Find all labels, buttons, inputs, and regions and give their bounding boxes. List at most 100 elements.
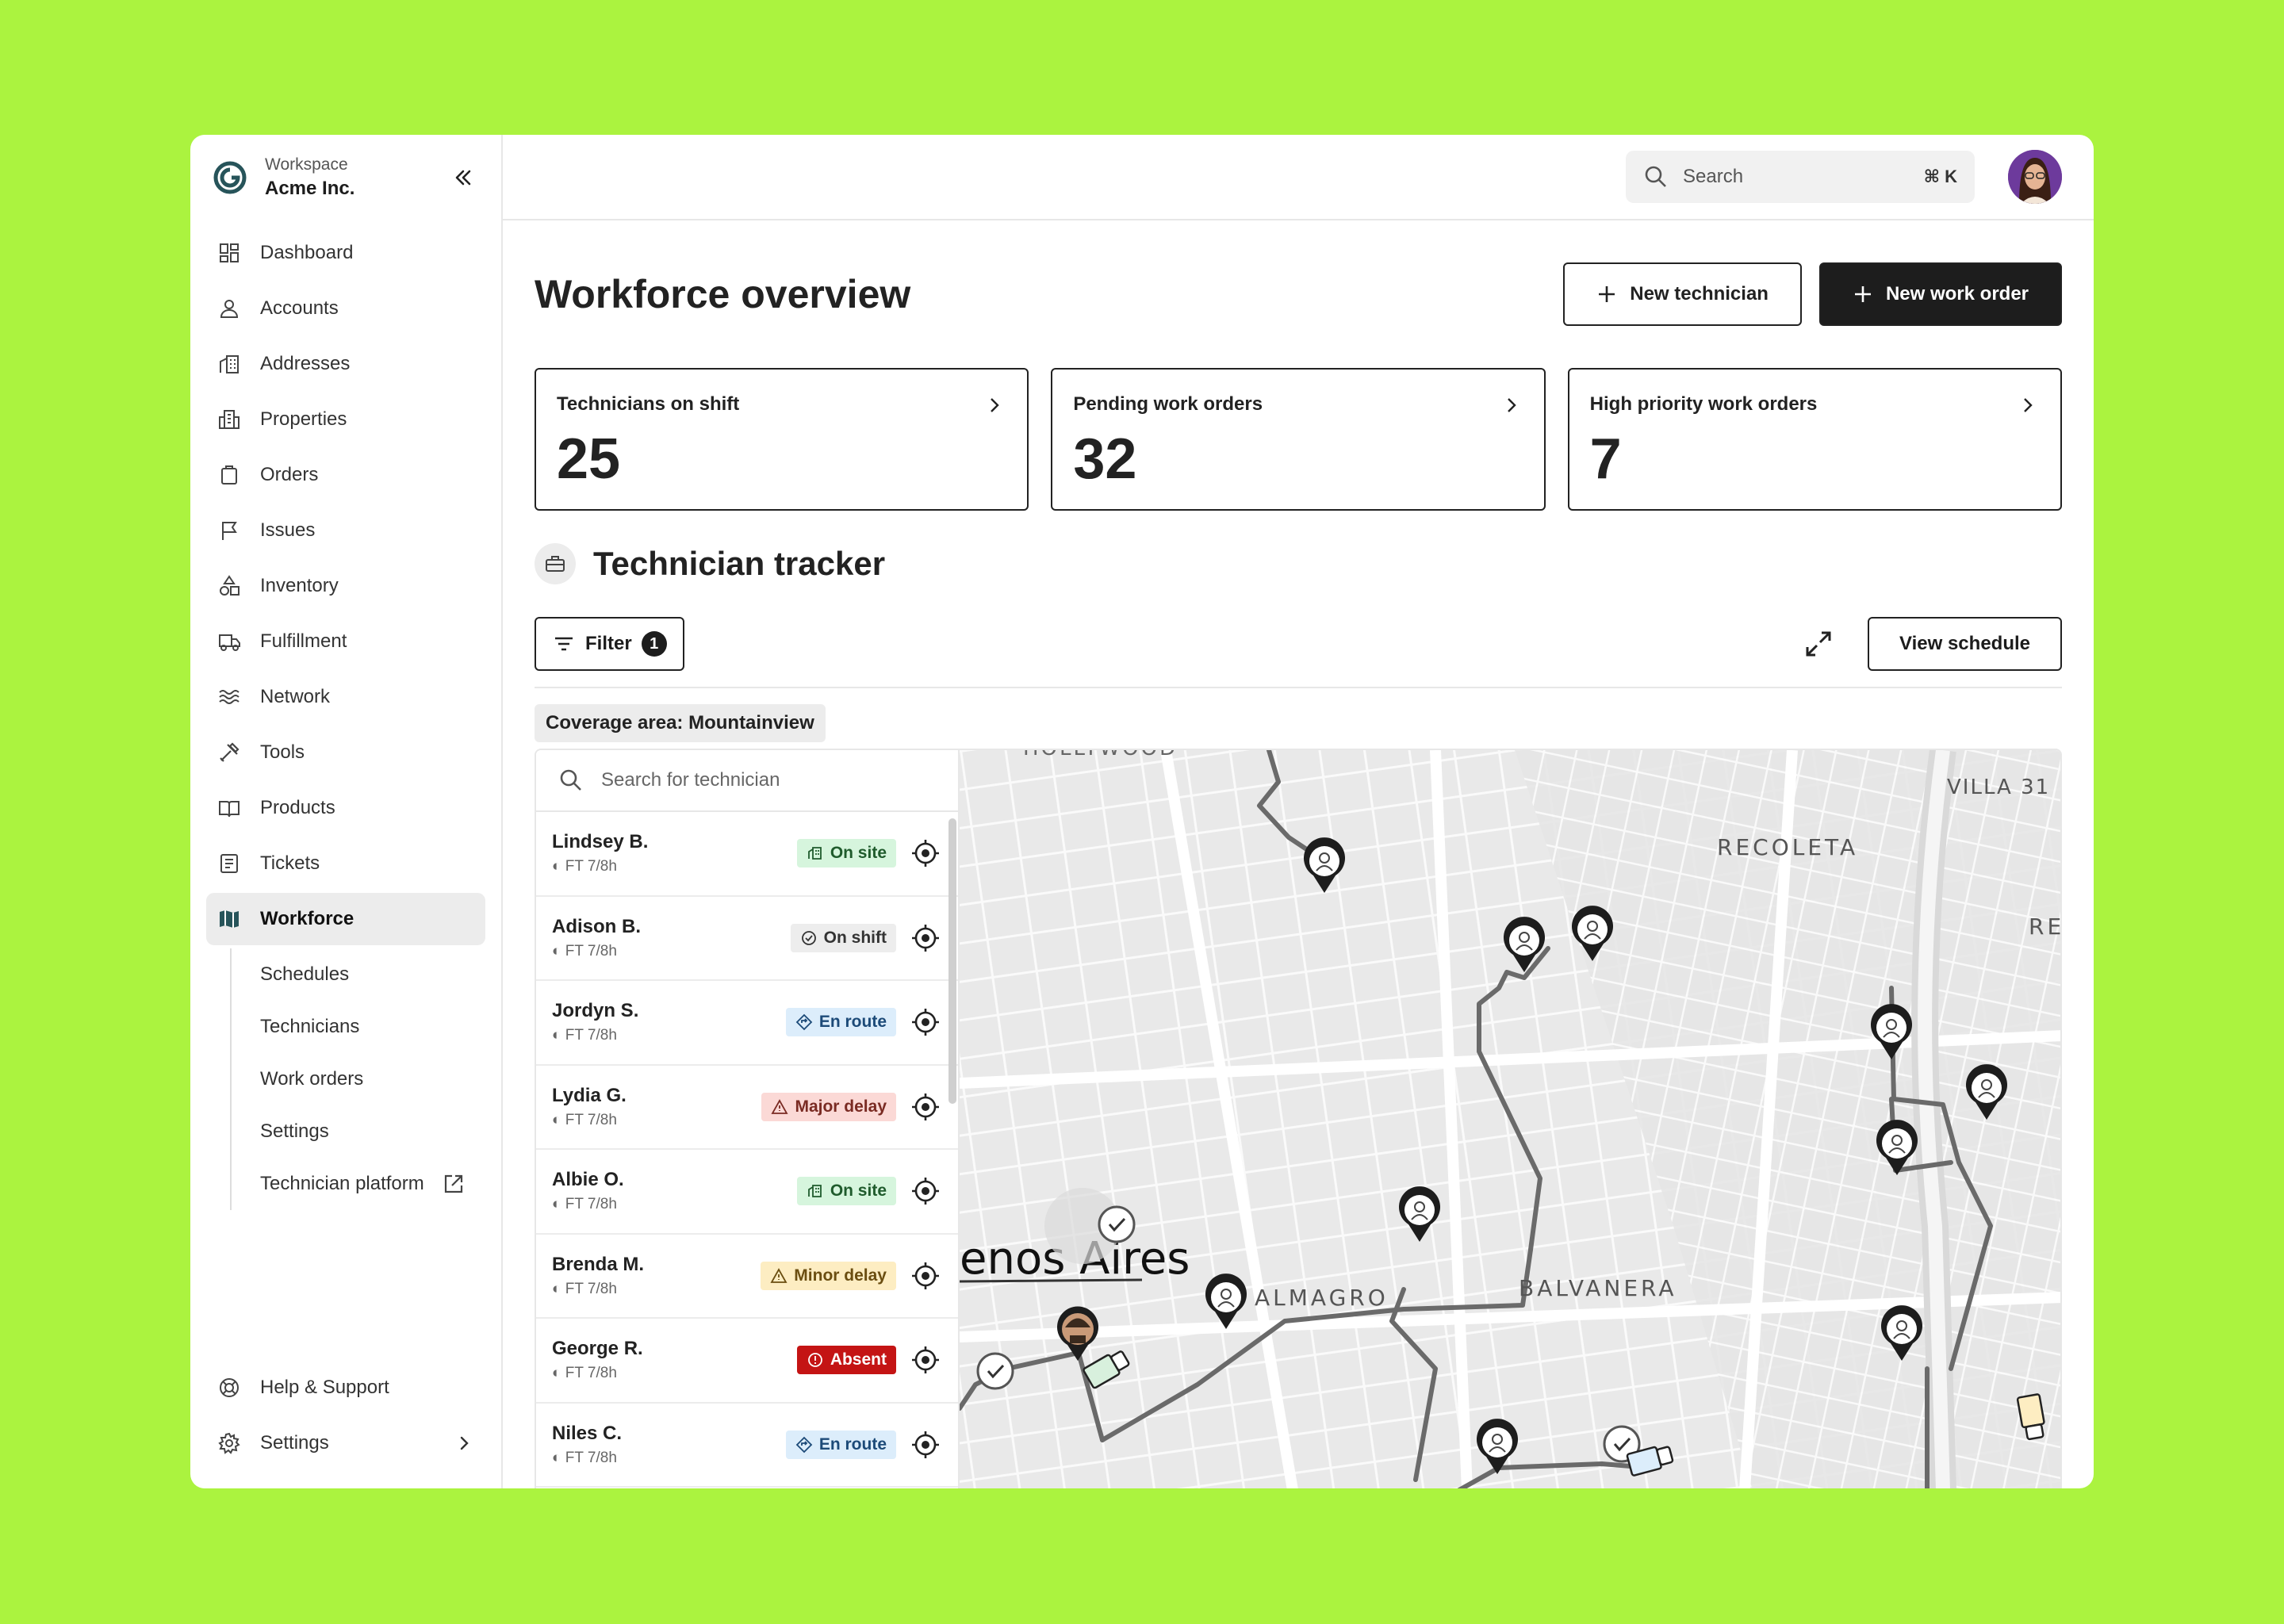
map-view[interactable]: HOLLYWOOD VILLA 31 RECOLETA RE ALMAGRO B… [960, 750, 2060, 1488]
technician-info: Niles C. ◐ FT 7/8h [552, 1423, 786, 1467]
subnav-work-orders[interactable]: Work orders [232, 1053, 485, 1105]
search-shortcut: ⌘ K [1923, 167, 1957, 186]
page-title: Workforce overview [535, 272, 911, 316]
properties-icon [219, 410, 240, 429]
status-onshift-icon [801, 930, 816, 945]
status-badge: On shift [790, 923, 896, 952]
subnav-settings[interactable]: Settings [232, 1105, 485, 1158]
nav-item-products[interactable]: Products [206, 782, 485, 834]
nav-item-settings[interactable]: Settings [206, 1417, 485, 1469]
collapse-sidebar-button[interactable] [447, 162, 479, 193]
subnav-schedules[interactable]: Schedules [232, 948, 485, 1001]
stat-card-high-priority-work-orders[interactable]: High priority work orders 7 [1567, 368, 2062, 511]
technician-pin-icon[interactable] [1966, 1064, 2007, 1120]
locate-crosshair-icon[interactable] [910, 1430, 941, 1460]
nav-item-tools[interactable]: Tools [206, 726, 485, 779]
technician-row[interactable]: Lydia G. ◐ FT 7/8h Major delay [536, 1066, 958, 1150]
search-icon [1645, 166, 1666, 187]
status-enroute-icon [795, 1013, 813, 1031]
nav-label: Accounts [260, 297, 339, 319]
service-van-icon[interactable] [1083, 1348, 1131, 1389]
technician-meta-text: FT 7/8h [565, 1111, 617, 1128]
nav-item-workforce[interactable]: Workforce [206, 893, 485, 945]
technician-pin-icon[interactable] [1205, 1274, 1247, 1329]
technician-row[interactable]: Brenda M. ◐ FT 7/8h Minor delay [536, 1235, 958, 1319]
technician-name: Adison B. [552, 915, 641, 937]
stat-card-pending-work-orders[interactable]: Pending work orders 32 [1051, 368, 1546, 511]
technician-name: Lindsey B. [552, 831, 649, 853]
clipboard-icon [221, 465, 237, 485]
technician-row[interactable]: George R. ◐ FT 7/8h Absent [536, 1319, 958, 1404]
technician-row[interactable]: Jordyn S. ◐ FT 7/8h En route [536, 981, 958, 1066]
technician-pin-icon[interactable] [1477, 1419, 1518, 1474]
status-badge: On site [796, 1177, 896, 1206]
nav-item-orders[interactable]: Orders [206, 449, 485, 501]
new-technician-button[interactable]: New technician [1563, 262, 1802, 326]
nav-item-issues[interactable]: Issues [206, 504, 485, 557]
gear-icon [218, 1432, 240, 1454]
expand-icon[interactable] [1803, 628, 1834, 660]
locate-crosshair-icon[interactable] [910, 1261, 941, 1291]
technician-pin-icon[interactable] [1504, 917, 1545, 972]
chevron-right-icon [460, 1436, 469, 1450]
technician-pin-icon[interactable] [1399, 1186, 1440, 1242]
locate-crosshair-icon[interactable] [910, 923, 941, 953]
coverage-area-chip[interactable]: Coverage area: Mountainview [535, 704, 826, 742]
locate-crosshair-icon[interactable] [910, 1007, 941, 1037]
nav-label: Tickets [260, 852, 320, 874]
technician-photo-pin-icon[interactable] [1057, 1306, 1098, 1361]
completed-check-icon[interactable] [976, 1352, 1014, 1390]
technician-pin-icon[interactable] [1572, 906, 1613, 961]
list-scrollbar[interactable] [948, 818, 956, 1104]
view-schedule-button[interactable]: View schedule [1868, 617, 2062, 671]
status-badge: En route [785, 1430, 896, 1459]
completed-check-icon[interactable] [1098, 1205, 1136, 1243]
stat-card-technicians-on-shift[interactable]: Technicians on shift 25 [535, 368, 1029, 511]
technician-name: Jordyn S. [552, 1000, 639, 1022]
technician-name: Albie O. [552, 1169, 624, 1191]
technician-pin-icon[interactable] [1876, 1120, 1918, 1175]
new-work-order-button[interactable]: New work order [1818, 262, 2062, 326]
nav-item-dashboard[interactable]: Dashboard [206, 227, 485, 279]
nav-item-inventory[interactable]: Inventory [206, 560, 485, 612]
shift-type-icon: ◐ [552, 858, 565, 875]
nav-item-properties[interactable]: Properties [206, 393, 485, 446]
map-icon [220, 910, 239, 928]
global-search[interactable]: Search ⌘ K [1626, 151, 1975, 203]
filter-button[interactable]: Filter 1 [535, 617, 684, 671]
technician-pin-icon[interactable] [1304, 837, 1345, 893]
nav-item-network[interactable]: Network [206, 671, 485, 723]
chevron-right-icon [991, 398, 1000, 412]
filter-count-badge: 1 [641, 631, 667, 657]
user-avatar[interactable] [2008, 150, 2062, 204]
locate-crosshair-icon[interactable] [910, 1345, 941, 1375]
technician-search-input[interactable]: Search for technician [536, 750, 958, 812]
button-label: New technician [1630, 283, 1769, 304]
nav-item-accounts[interactable]: Accounts [206, 282, 485, 335]
technician-row[interactable]: Adison B. ◐ FT 7/8h On shift [536, 897, 958, 981]
subnav-technician-platform[interactable]: Technician platform [232, 1158, 485, 1210]
nav-item-fulfillment[interactable]: Fulfillment [206, 615, 485, 668]
locate-crosshair-icon[interactable] [910, 838, 941, 868]
nav-item-tickets[interactable]: Tickets [206, 837, 485, 890]
status-label: En route [818, 1434, 887, 1454]
technician-pin-icon[interactable] [1871, 1004, 1912, 1059]
shift-type-icon: ◐ [552, 942, 565, 959]
subnav-label: Technician platform [260, 1173, 424, 1194]
nav-label: Workforce [260, 908, 354, 929]
status-label: Major delay [795, 1097, 887, 1116]
technician-row[interactable]: Lindsey B. ◐ FT 7/8h On site [536, 812, 958, 897]
nav-label: Issues [260, 519, 316, 541]
technician-row[interactable]: Albie O. ◐ FT 7/8h On site [536, 1150, 958, 1235]
workspace-switcher[interactable]: Workspace Acme Inc. [206, 135, 485, 220]
locate-crosshair-icon[interactable] [910, 1176, 941, 1206]
book-icon [219, 801, 240, 818]
technician-row[interactable]: Niles C. ◐ FT 7/8h En route [536, 1404, 958, 1488]
locate-crosshair-icon[interactable] [910, 1092, 941, 1122]
nav-item-help[interactable]: Help & Support [206, 1362, 485, 1414]
technician-pin-icon[interactable] [1881, 1305, 1922, 1361]
service-van-icon[interactable] [2016, 1393, 2047, 1441]
nav-item-addresses[interactable]: Addresses [206, 338, 485, 390]
subnav-technicians[interactable]: Technicians [232, 1001, 485, 1053]
status-badge: Absent [796, 1346, 896, 1375]
